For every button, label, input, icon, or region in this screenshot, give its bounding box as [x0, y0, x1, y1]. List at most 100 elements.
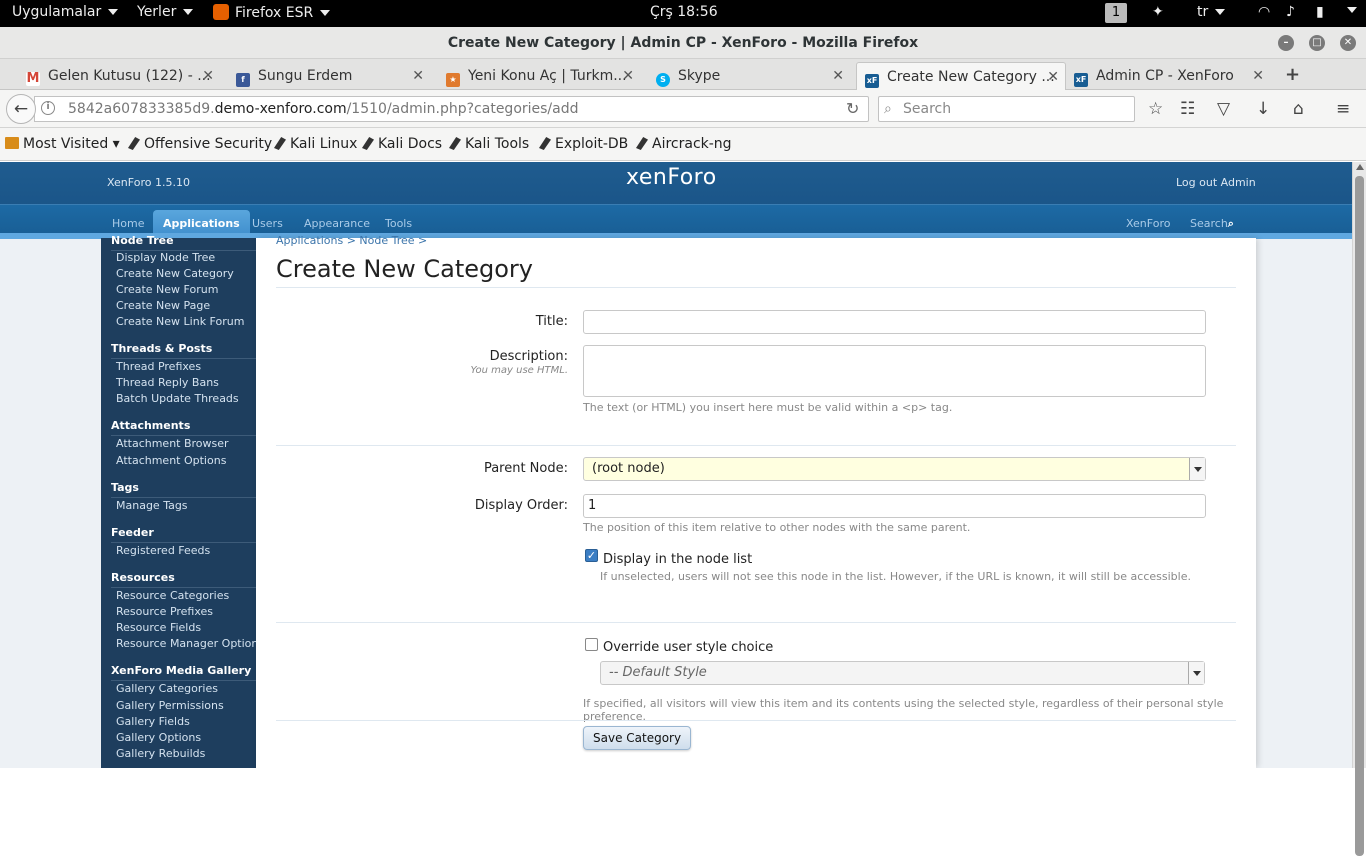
- nav-home[interactable]: Home: [112, 217, 144, 230]
- info-icon[interactable]: i: [41, 101, 55, 115]
- download-icon[interactable]: ↓: [1256, 99, 1270, 119]
- url-bar[interactable]: 5842a607833385d9.demo-xenforo.com/1510/a…: [34, 96, 869, 122]
- divider: [276, 720, 1236, 721]
- nav-users[interactable]: Users: [252, 217, 283, 230]
- bookmark-kali-docs[interactable]: Kali Docs: [362, 136, 442, 152]
- sidebar-item-create-category[interactable]: Create New Category: [116, 267, 234, 280]
- tab-label: Admin CP - XenForo: [1096, 68, 1234, 84]
- window-titlebar: Create New Category | Admin CP - XenForo…: [0, 27, 1366, 59]
- sidebar-item-gallery-rebuilds[interactable]: Gallery Rebuilds: [116, 747, 205, 760]
- close-icon[interactable]: ✕: [832, 62, 844, 90]
- sidebar-item-gallery-options[interactable]: Gallery Options: [116, 731, 201, 744]
- reading-list-icon[interactable]: ☷: [1180, 99, 1195, 119]
- close-icon[interactable]: ✕: [412, 62, 424, 90]
- tab-facebook[interactable]: f Sungu Erdem ✕: [230, 62, 430, 90]
- sidebar-item-thread-reply-bans[interactable]: Thread Reply Bans: [116, 376, 219, 389]
- sidebar-item-gallery-permissions[interactable]: Gallery Permissions: [116, 699, 224, 712]
- sidebar-item-attachment-browser[interactable]: Attachment Browser: [116, 437, 229, 450]
- logout-link[interactable]: Log out Admin: [1176, 176, 1256, 189]
- battery-icon[interactable]: ▮: [1316, 4, 1324, 20]
- close-icon[interactable]: ✕: [202, 62, 214, 90]
- sidebar-item-create-link-forum[interactable]: Create New Link Forum: [116, 315, 244, 328]
- back-button[interactable]: ←: [6, 94, 36, 124]
- tab-gmail[interactable]: M Gelen Kutusu (122) - ... ✕: [20, 62, 220, 90]
- tab-label: Create New Category ...: [887, 69, 1055, 85]
- search-input[interactable]: ⌕ Search: [878, 96, 1135, 122]
- description-textarea[interactable]: [583, 345, 1206, 397]
- clock[interactable]: Çrş 18:56: [650, 4, 718, 20]
- reload-icon[interactable]: ↻: [846, 99, 859, 118]
- nav-xenforo[interactable]: XenForo: [1126, 217, 1170, 230]
- sidebar-heading: XenForo Media Gallery: [111, 664, 252, 677]
- tab-admin-cp[interactable]: xF Admin CP - XenForo ✕: [1070, 62, 1270, 90]
- sidebar-item-display-node-tree[interactable]: Display Node Tree: [116, 251, 215, 264]
- display-order-input[interactable]: 1: [583, 494, 1206, 518]
- bookmark-star-icon[interactable]: ☆: [1148, 99, 1163, 119]
- parent-node-select[interactable]: (root node): [583, 457, 1206, 481]
- folder-icon: [5, 137, 19, 149]
- bookmark-label: Kali Tools: [465, 136, 530, 152]
- minimize-button[interactable]: –: [1278, 35, 1294, 51]
- system-menu[interactable]: [1340, 2, 1357, 18]
- pocket-icon[interactable]: ▽: [1217, 99, 1230, 119]
- tab-turkmen[interactable]: ★ Yeni Konu Aç | Turkm... ✕: [440, 62, 640, 90]
- title-label: Title:: [535, 314, 568, 329]
- display-in-list-checkbox[interactable]: ✓: [585, 549, 598, 562]
- sidebar-item-create-forum[interactable]: Create New Forum: [116, 283, 218, 296]
- wifi-icon[interactable]: ◠: [1258, 4, 1270, 20]
- nav-search[interactable]: Search⌕: [1190, 217, 1234, 231]
- sidebar-item-batch-update-threads[interactable]: Batch Update Threads: [116, 392, 239, 405]
- tab-create-category[interactable]: xF Create New Category ... ✕: [856, 62, 1066, 90]
- bookmark-kali-linux[interactable]: Kali Linux: [274, 136, 357, 152]
- nav-tools[interactable]: Tools: [385, 217, 412, 230]
- bookmark-most-visited[interactable]: Most Visited ▾: [5, 136, 120, 152]
- page-scrollbar[interactable]: [1352, 162, 1366, 856]
- sidebar-item-gallery-categories[interactable]: Gallery Categories: [116, 682, 218, 695]
- app-menu[interactable]: Firefox ESR: [213, 4, 331, 21]
- style-select[interactable]: -- Default Style: [600, 661, 1205, 685]
- close-icon[interactable]: ✕: [1252, 62, 1264, 90]
- sidebar-item-registered-feeds[interactable]: Registered Feeds: [116, 544, 210, 557]
- sidebar-item-attachment-options[interactable]: Attachment Options: [116, 454, 226, 467]
- save-category-button[interactable]: Save Category: [583, 726, 692, 750]
- tab-skype[interactable]: S Skype ✕: [650, 62, 850, 90]
- display-in-list-label[interactable]: Display in the node list: [603, 552, 752, 567]
- sidebar-item-thread-prefixes[interactable]: Thread Prefixes: [116, 360, 201, 373]
- maximize-button[interactable]: □: [1309, 35, 1325, 51]
- divider: [276, 445, 1236, 446]
- new-tab-button[interactable]: +: [1285, 64, 1300, 85]
- scroll-up-icon[interactable]: [1356, 164, 1364, 170]
- workspace-number: 1: [1105, 3, 1127, 23]
- keyboard-layout[interactable]: tr: [1197, 4, 1226, 20]
- nav-appearance[interactable]: Appearance: [304, 217, 370, 230]
- close-icon[interactable]: ✕: [1047, 63, 1059, 90]
- bookmark-offensive-security[interactable]: Offensive Security: [128, 136, 272, 152]
- bookmark-exploit-db[interactable]: Exploit-DB: [539, 136, 628, 152]
- home-icon[interactable]: ⌂: [1293, 99, 1304, 119]
- bookmark-kali-tools[interactable]: Kali Tools: [449, 136, 529, 152]
- sidebar-item-gallery-fields[interactable]: Gallery Fields: [116, 715, 190, 728]
- sidebar-item-create-page[interactable]: Create New Page: [116, 299, 210, 312]
- title-input[interactable]: [583, 310, 1206, 334]
- bookmark-aircrack[interactable]: Aircrack-ng: [636, 136, 732, 152]
- scrollbar-thumb[interactable]: [1355, 176, 1364, 856]
- sidebar-item-resource-prefixes[interactable]: Resource Prefixes: [116, 605, 213, 618]
- sidebar-item-manage-tags[interactable]: Manage Tags: [116, 499, 188, 512]
- sidebar-item-resource-manager-options[interactable]: Resource Manager Options: [116, 637, 264, 650]
- breadcrumb[interactable]: Applications > Node Tree >: [276, 234, 427, 247]
- close-icon[interactable]: ✕: [622, 62, 634, 90]
- override-style-label[interactable]: Override user style choice: [603, 640, 773, 655]
- volume-icon[interactable]: ♪: [1286, 4, 1295, 20]
- applications-menu[interactable]: Uygulamalar: [12, 4, 119, 20]
- xenforo-logo[interactable]: xenForo: [626, 165, 717, 190]
- workspace-indicator[interactable]: 1: [1105, 3, 1127, 23]
- places-menu[interactable]: Yerler: [137, 4, 194, 20]
- close-window-button[interactable]: ✕: [1340, 35, 1356, 51]
- site-icon: ★: [446, 73, 460, 87]
- override-style-checkbox[interactable]: [585, 638, 598, 651]
- menu-icon[interactable]: ≡: [1336, 99, 1350, 119]
- sidebar-item-resource-fields[interactable]: Resource Fields: [116, 621, 201, 634]
- aircrack-icon: [636, 137, 648, 150]
- users-icon[interactable]: ✦: [1152, 4, 1164, 20]
- sidebar-item-resource-categories[interactable]: Resource Categories: [116, 589, 229, 602]
